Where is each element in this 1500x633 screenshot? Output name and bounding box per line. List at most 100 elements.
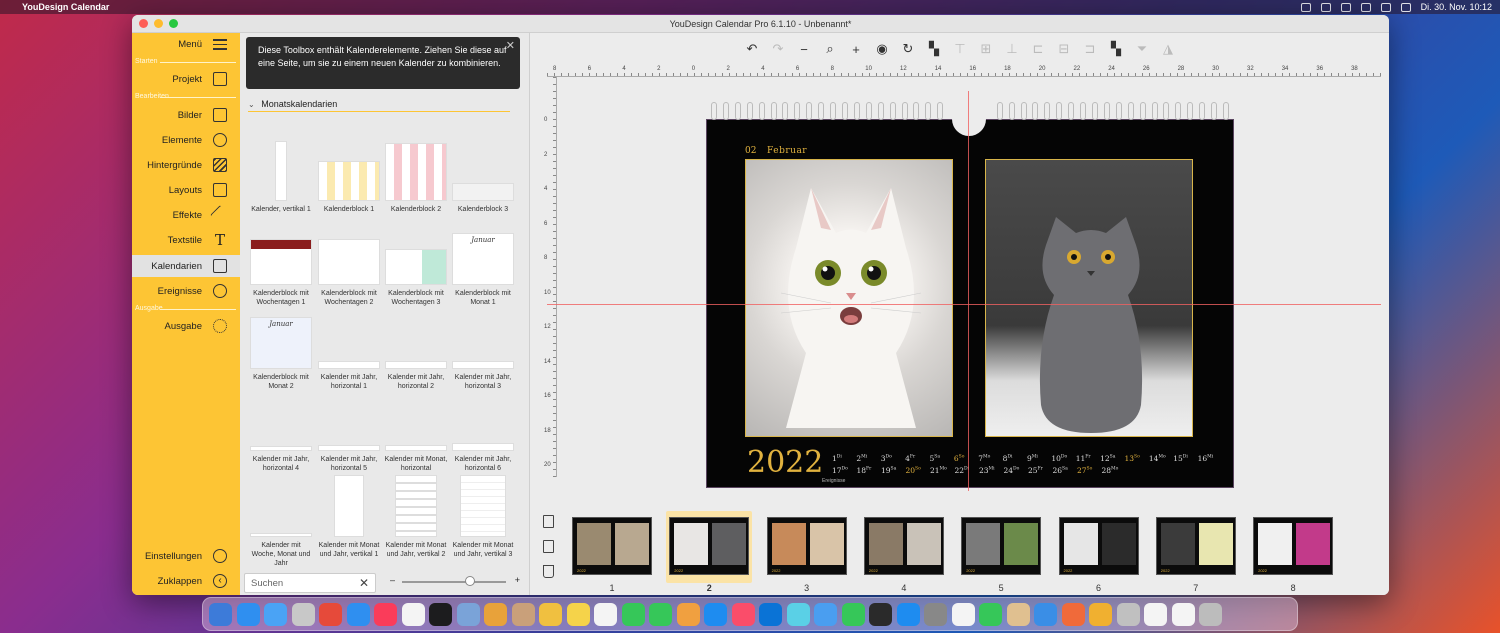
sidebar-item-projekt[interactable]: Projekt [132, 68, 240, 90]
calendar-element-item[interactable]: Kalender mit Jahr, horizontal 6 [450, 389, 516, 473]
dock-app-icon[interactable] [649, 602, 672, 626]
sidebar-item-effekte[interactable]: Effekte [132, 204, 240, 226]
sidebar-item-kalendarien[interactable]: Kalendarien [132, 255, 240, 277]
calendar-element-item[interactable]: Kalender mit Jahr, horizontal 2 [383, 307, 449, 391]
calendar-element-item[interactable]: Kalenderblock 1 [316, 139, 382, 214]
sidebar-item-ereignisse[interactable]: Ereignisse [132, 280, 240, 302]
align-top-button[interactable]: ⊤ [951, 41, 969, 57]
calendar-year[interactable]: 2022 [747, 445, 823, 480]
dock-app-icon[interactable] [704, 602, 727, 626]
arrange-button[interactable]: ▚ [925, 41, 943, 57]
dock-app-icon[interactable] [456, 602, 480, 626]
dock-app-icon[interactable] [1034, 602, 1057, 626]
wifi-icon[interactable] [1380, 2, 1391, 12]
flip-horizontal-button[interactable]: ◮ [1159, 41, 1177, 57]
calendar-element-item[interactable]: Kalenderblock mit Wochentagen 3 [383, 223, 449, 307]
dock-app-icon[interactable] [566, 602, 590, 626]
calendar-element-item[interactable]: Kalender mit Jahr, horizontal 3 [450, 307, 516, 391]
vertical-guide-line[interactable] [968, 91, 969, 491]
dock-app-icon[interactable] [1061, 602, 1085, 626]
status-icon[interactable] [1360, 2, 1371, 12]
dock-app-icon[interactable] [869, 602, 892, 626]
dock-app-icon[interactable] [1089, 602, 1112, 626]
calendar-element-item[interactable]: Kalenderblock 2 [383, 139, 449, 214]
dock-app-icon[interactable] [1171, 602, 1195, 626]
sidebar-item-textstile[interactable]: Textstile T [132, 229, 240, 251]
calendar-element-item[interactable]: Kalenderblock mit Wochentagen 1 [248, 223, 314, 307]
dock-app-icon[interactable] [1006, 602, 1030, 626]
calendar-element-item[interactable]: Kalenderblock 3 [450, 139, 516, 214]
dock-app-icon[interactable] [814, 602, 837, 626]
status-icon[interactable] [1320, 2, 1331, 12]
align-right-button[interactable]: ⊐ [1081, 41, 1099, 57]
day-strip[interactable]: 1Di 2Mi 3Do 4Fr 5Sa 6So 7Mo 8Di 9Mi 10Do 11Fr 12Sa 1… [832, 454, 1222, 478]
slider-knob[interactable] [464, 576, 475, 586]
page-thumbnail[interactable]: 2022 8 [1250, 511, 1336, 591]
calendar-element-item[interactable]: Kalender mit Jahr, horizontal 5 [316, 389, 382, 473]
thumbnail-size-slider[interactable]: – + [390, 575, 520, 587]
dock-app-icon[interactable] [924, 602, 947, 626]
dock-app-icon[interactable] [401, 602, 425, 626]
app-menu-name[interactable]: YouDesign Calendar [22, 2, 109, 12]
calendar-element-item[interactable]: Kalenderblock mit Wochentagen 2 [316, 223, 382, 307]
control-center-icon[interactable] [1400, 2, 1411, 12]
dock-app-icon[interactable] [429, 602, 452, 626]
page-thumbnail[interactable]: 2022 7 [1153, 511, 1239, 591]
page-thumbnail[interactable]: 2022 6 [1056, 511, 1142, 591]
align-middle-button[interactable]: ⊞ [977, 41, 995, 57]
redo-button[interactable]: ↷ [769, 41, 787, 57]
calendar-element-item[interactable]: Januar Kalenderblock mit Monat 1 [450, 223, 516, 307]
sidebar-item-ausgabe[interactable]: Ausgabe [132, 315, 240, 337]
dock-app-icon[interactable] [264, 602, 287, 626]
dock-app-icon[interactable] [209, 602, 232, 626]
undo-button[interactable]: ↶ [743, 41, 761, 57]
dock-app-icon[interactable] [621, 602, 645, 626]
rotate-button[interactable]: ↻ [899, 41, 917, 57]
page-thumbnail[interactable]: 2022 1 [569, 511, 655, 591]
zoom-in-button[interactable]: + [847, 41, 865, 57]
page-thumbnail[interactable]: 2022 4 [861, 511, 947, 591]
dock-app-icon[interactable] [236, 602, 260, 626]
dock-app-icon[interactable] [319, 602, 342, 626]
dock-app-icon[interactable] [896, 602, 920, 626]
dock-app-icon[interactable] [594, 602, 617, 626]
page-thumbnail[interactable]: 2022 3 [764, 511, 850, 591]
sidebar-item-layouts[interactable]: Layouts [132, 179, 240, 201]
month-name[interactable]: Februar [767, 146, 807, 156]
layer-order-button[interactable]: ▚ [1107, 41, 1125, 57]
calendar-element-item[interactable]: Kalender mit Monat und Jahr, vertikal 1 [316, 475, 382, 559]
settings-button[interactable]: Einstellungen [132, 545, 240, 567]
add-page-icon[interactable] [543, 515, 554, 528]
page-thumbnail[interactable]: 2022 2 [666, 511, 753, 591]
sidebar-menu-button[interactable]: Menü [132, 33, 240, 55]
calendar-element-item[interactable]: Januar Kalenderblock mit Monat 2 [248, 307, 314, 391]
dock-app-icon[interactable] [374, 602, 397, 626]
dock-app-icon[interactable] [1199, 602, 1222, 626]
align-bottom-button[interactable]: ⊥ [1003, 41, 1021, 57]
horizontal-guide-line[interactable] [547, 304, 1381, 305]
calendar-element-item[interactable]: Kalender mit Monat und Jahr, vertikal 2 [383, 475, 449, 559]
duplicate-page-icon[interactable] [543, 540, 554, 553]
preview-eye-icon[interactable]: ◉ [873, 41, 891, 57]
dock-app-icon[interactable] [511, 602, 535, 626]
dock-app-icon[interactable] [731, 602, 755, 626]
dock-app-icon[interactable] [951, 602, 975, 626]
dock-app-icon[interactable] [759, 602, 782, 626]
dock-app-icon[interactable] [539, 602, 562, 626]
dock-app-icon[interactable] [676, 602, 700, 626]
calendar-element-item[interactable]: Kalender mit Jahr, horizontal 4 [248, 389, 314, 473]
calendar-element-item[interactable]: Kalender mit Monat und Jahr, vertikal 3 [450, 475, 516, 559]
align-center-button[interactable]: ⊟ [1055, 41, 1073, 57]
page-thumbnail[interactable]: 2022 5 [958, 511, 1044, 591]
align-left-button[interactable]: ⊏ [1029, 41, 1047, 57]
section-header-monatskalendarien[interactable]: ⌄ Monatskalendarien [248, 99, 510, 112]
dock-app-icon[interactable] [346, 602, 370, 626]
calendar-element-item[interactable]: Kalender mit Monat, horizontal [383, 389, 449, 473]
zoom-out-button[interactable]: − [795, 41, 813, 57]
calendar-element-item[interactable]: Kalender, vertikal 1 [248, 139, 314, 214]
status-icon[interactable] [1340, 2, 1351, 12]
dock-app-icon[interactable] [841, 602, 865, 626]
dock-app-icon[interactable] [1144, 602, 1167, 626]
calendar-element-item[interactable]: Kalender mit Jahr, horizontal 1 [316, 307, 382, 391]
window-titlebar[interactable]: YouDesign Calendar Pro 6.1.10 - Unbenann… [132, 15, 1389, 33]
